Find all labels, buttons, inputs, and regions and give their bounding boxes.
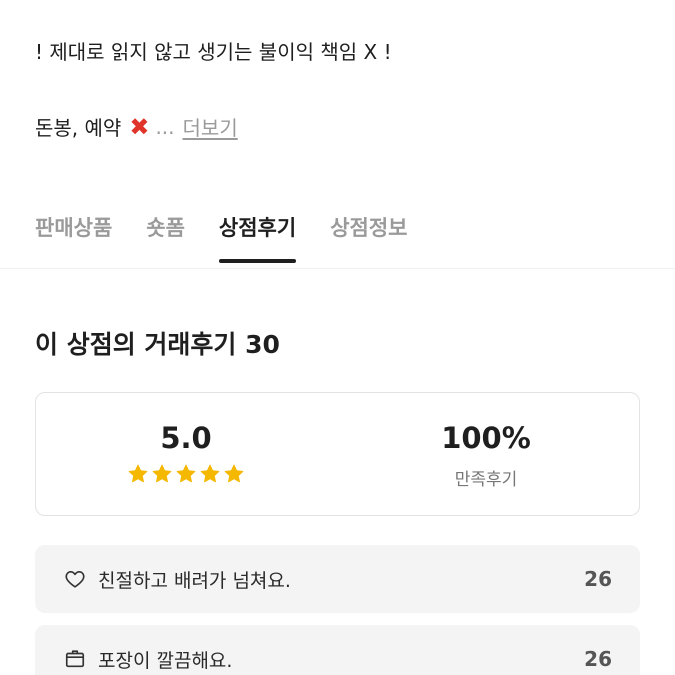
star-icon [128,464,148,483]
tab-products[interactable]: 판매상품 [35,212,112,262]
review-summary-card: 5.0 100% 만족후기 [35,392,640,516]
star-icon [176,464,196,483]
reviews-title: 이 상점의 거래후기 30 [35,330,280,359]
review-tag-count: 26 [584,567,612,591]
review-tag-row[interactable]: 친절하고 배려가 넘쳐요. 26 [35,545,640,613]
box-icon [63,647,87,671]
shop-description-line-1: ! 제대로 읽지 않고 생기는 불이익 책임 X ! [35,40,392,64]
review-tag-row[interactable]: 포장이 깔끔해요. 26 [35,625,640,675]
description-text: 돈봉, 예약 [35,116,122,140]
satisfaction-value: 100% [441,421,531,455]
satisfaction-label: 만족후기 [454,470,518,490]
review-tag-count: 26 [584,647,612,671]
cross-mark-icon: ✖ [129,112,150,141]
tab-shorts[interactable]: 숏폼 [146,212,185,262]
star-icon [224,464,244,483]
rating-stars [127,463,245,485]
shop-description-line-2: 돈봉, 예약 ✖ ... 더보기 [35,112,238,141]
shop-tabs: 판매상품 숏폼 상점후기 상점정보 [35,212,407,263]
rating-value: 5.0 [160,421,212,455]
heart-icon [63,567,87,591]
star-icon [152,464,172,483]
satisfaction-summary: 100% 만족후기 [376,393,596,515]
review-tag-text: 친절하고 배려가 넘쳐요. [98,569,291,592]
more-link[interactable]: 더보기 [183,112,238,141]
star-icon [200,464,220,483]
divider [0,268,675,269]
rating-summary: 5.0 [76,393,296,515]
tab-shop-info[interactable]: 상점정보 [330,212,407,262]
description-ellipsis: ... [155,114,175,139]
tab-reviews[interactable]: 상점후기 [218,212,297,263]
review-tag-text: 포장이 깔끔해요. [98,649,233,672]
